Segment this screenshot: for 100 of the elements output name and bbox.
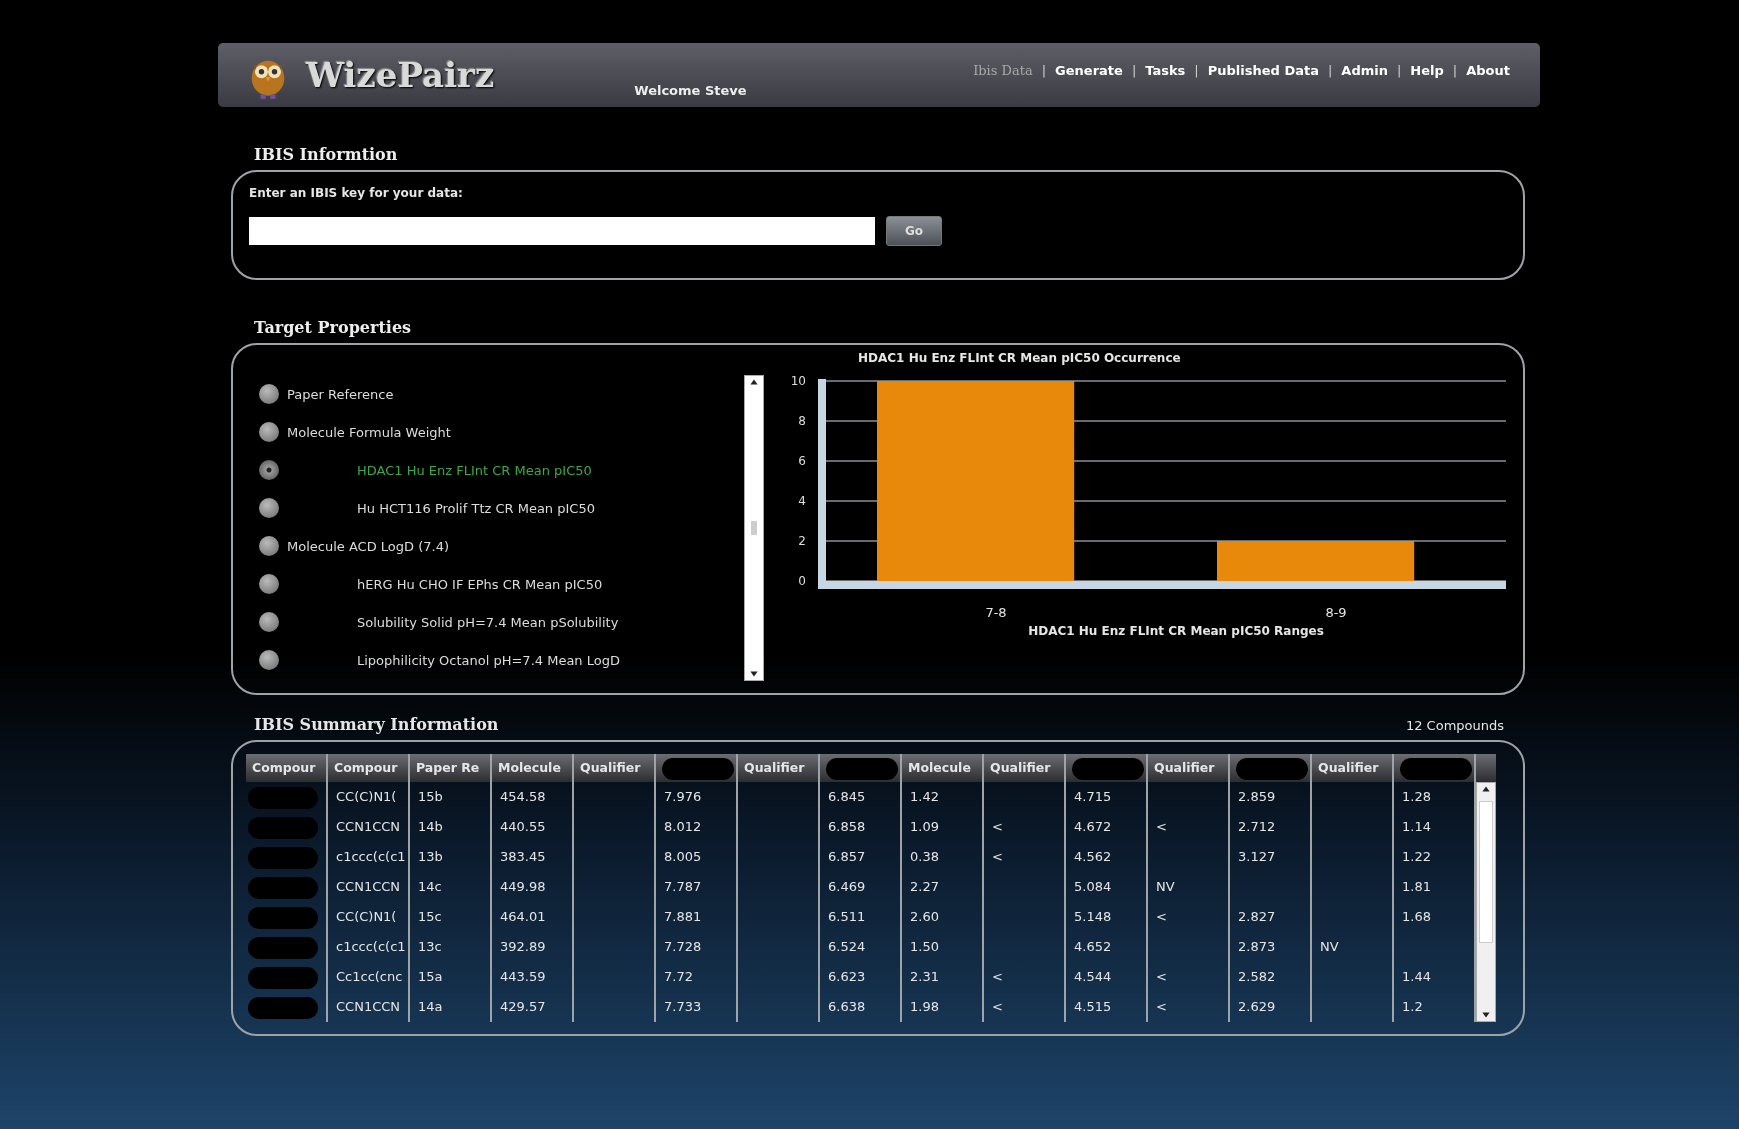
redaction-mark bbox=[248, 876, 318, 899]
table-cell: 4.652 bbox=[1066, 932, 1148, 962]
property-label[interactable]: Paper Reference bbox=[287, 386, 394, 402]
table-cell: 443.59 bbox=[492, 962, 574, 992]
table-cell: 8.012 bbox=[656, 812, 738, 842]
property-label[interactable]: HDAC1 Hu Enz FLInt CR Mean pIC50 bbox=[357, 462, 592, 478]
table-cell: Cc1cc(cnc bbox=[328, 962, 410, 992]
column-header[interactable] bbox=[656, 754, 738, 782]
column-header[interactable] bbox=[1394, 754, 1476, 782]
scrollbar[interactable] bbox=[744, 375, 764, 681]
header-corner bbox=[1476, 754, 1496, 782]
y-tick-label: 6 bbox=[798, 454, 806, 468]
table-cell: 2.60 bbox=[902, 902, 984, 932]
table-cell: 2.629 bbox=[1230, 992, 1312, 1022]
scroll-thumb[interactable] bbox=[1479, 801, 1493, 943]
redaction-mark bbox=[248, 996, 318, 1019]
y-tick-label: 10 bbox=[790, 374, 806, 388]
column-header[interactable]: Molecule bbox=[902, 754, 984, 782]
column-header[interactable]: Compour bbox=[328, 754, 410, 782]
table-cell: 14c bbox=[410, 872, 492, 902]
table-cell: 440.55 bbox=[492, 812, 574, 842]
radio-button[interactable] bbox=[259, 384, 279, 404]
nav-link[interactable]: Generate bbox=[1055, 62, 1123, 78]
column-header[interactable] bbox=[820, 754, 902, 782]
table-cell: 3.127 bbox=[1230, 842, 1312, 872]
radio-button[interactable] bbox=[259, 574, 279, 594]
ibis-key-field[interactable] bbox=[249, 217, 875, 245]
table-cell: NV bbox=[1148, 872, 1230, 902]
redaction-mark bbox=[248, 936, 318, 959]
table-cell: 4.515 bbox=[1066, 992, 1148, 1022]
property-label[interactable]: Hu HCT116 Prolif Ttz CR Mean pIC50 bbox=[357, 500, 595, 516]
radio-button[interactable] bbox=[259, 536, 279, 556]
table-cell: 6.524 bbox=[820, 932, 902, 962]
radio-button[interactable] bbox=[259, 422, 279, 442]
radio-button[interactable] bbox=[259, 650, 279, 670]
redaction-mark bbox=[1072, 757, 1144, 780]
table-cell: 15a bbox=[410, 962, 492, 992]
table-cell: 15c bbox=[410, 902, 492, 932]
table-cell: 2.873 bbox=[1230, 932, 1312, 962]
redaction-mark bbox=[826, 757, 898, 780]
nav-separator: | bbox=[1131, 62, 1137, 78]
section-title: IBIS Informtion bbox=[254, 145, 399, 164]
section-title: Target Properties bbox=[254, 318, 413, 337]
radio-button[interactable] bbox=[259, 460, 279, 480]
redaction-mark bbox=[248, 846, 318, 869]
nav-separator: | bbox=[1194, 62, 1199, 78]
x-axis-title: HDAC1 Hu Enz FLInt CR Mean pIC50 Ranges bbox=[1027, 624, 1325, 638]
column-header[interactable] bbox=[1066, 754, 1148, 782]
scroll-thumb[interactable] bbox=[751, 521, 757, 535]
column-header[interactable] bbox=[1230, 754, 1312, 782]
nav-link[interactable]: About bbox=[1466, 62, 1510, 78]
nav-link[interactable]: Help bbox=[1410, 62, 1444, 78]
column-header[interactable]: Qualifier bbox=[984, 754, 1066, 782]
column-header[interactable]: Compour bbox=[246, 754, 328, 782]
nav-link[interactable]: Admin bbox=[1341, 62, 1388, 78]
table-cell: 7.728 bbox=[656, 932, 738, 962]
table-cell: 383.45 bbox=[492, 842, 574, 872]
compound-count: 12 Compounds bbox=[1405, 718, 1504, 733]
nav-link[interactable]: Ibis Data bbox=[973, 62, 1033, 78]
table-cell: 7.787 bbox=[656, 872, 738, 902]
logo-text: WizePairz bbox=[306, 55, 495, 95]
nav-link[interactable]: Published Data bbox=[1207, 62, 1319, 78]
redaction-mark bbox=[248, 816, 318, 839]
table-cell: 1.50 bbox=[902, 932, 984, 962]
radio-button[interactable] bbox=[259, 498, 279, 518]
radio-button[interactable] bbox=[259, 612, 279, 632]
table-cell: 6.623 bbox=[820, 962, 902, 992]
nav-separator: | bbox=[1041, 62, 1047, 78]
table-cell: < bbox=[984, 842, 1066, 872]
welcome-text: Welcome Steve bbox=[634, 82, 747, 98]
nav-link[interactable]: Tasks bbox=[1145, 62, 1186, 78]
table-cell: 15b bbox=[410, 782, 492, 812]
y-tick-label: 2 bbox=[798, 534, 806, 548]
table-cell: 7.881 bbox=[656, 902, 738, 932]
y-tick-label: 4 bbox=[798, 494, 806, 508]
table-cell: 2.859 bbox=[1230, 782, 1312, 812]
table-cell: 392.89 bbox=[492, 932, 574, 962]
property-label[interactable]: hERG Hu CHO IF EPhs CR Mean pIC50 bbox=[357, 576, 603, 592]
table-cell: c1ccc(c(c1 bbox=[328, 842, 410, 872]
x-category-label: 7-8 bbox=[984, 605, 1008, 620]
column-header[interactable]: Qualifier bbox=[738, 754, 820, 782]
scrollbar[interactable] bbox=[1476, 782, 1496, 1022]
table-cell: CCN1CCN bbox=[328, 872, 410, 902]
property-label[interactable]: Solubility Solid pH=7.4 Mean pSolubility bbox=[357, 614, 619, 630]
property-label[interactable]: Molecule Formula Weight bbox=[287, 424, 451, 440]
column-header[interactable]: Qualifier bbox=[574, 754, 656, 782]
prompt-label: Enter an IBIS key for your data: bbox=[249, 186, 464, 200]
table-cell: 2.712 bbox=[1230, 812, 1312, 842]
go-button[interactable]: Go bbox=[886, 216, 942, 246]
property-label[interactable]: Lipophilicity Octanol pH=7.4 Mean LogD bbox=[357, 652, 620, 668]
table-cell: 13c bbox=[410, 932, 492, 962]
table-cell: CC(C)N1( bbox=[328, 782, 410, 812]
column-header[interactable]: Qualifier bbox=[1148, 754, 1230, 782]
column-header[interactable]: Paper Re bbox=[410, 754, 492, 782]
table-cell: 464.01 bbox=[492, 902, 574, 932]
table-cell: 7.733 bbox=[656, 992, 738, 1022]
column-header[interactable]: Molecule bbox=[492, 754, 574, 782]
property-label[interactable]: Molecule ACD LogD (7.4) bbox=[287, 538, 449, 554]
column-header[interactable]: Qualifier bbox=[1312, 754, 1394, 782]
table-cell: 6.469 bbox=[820, 872, 902, 902]
